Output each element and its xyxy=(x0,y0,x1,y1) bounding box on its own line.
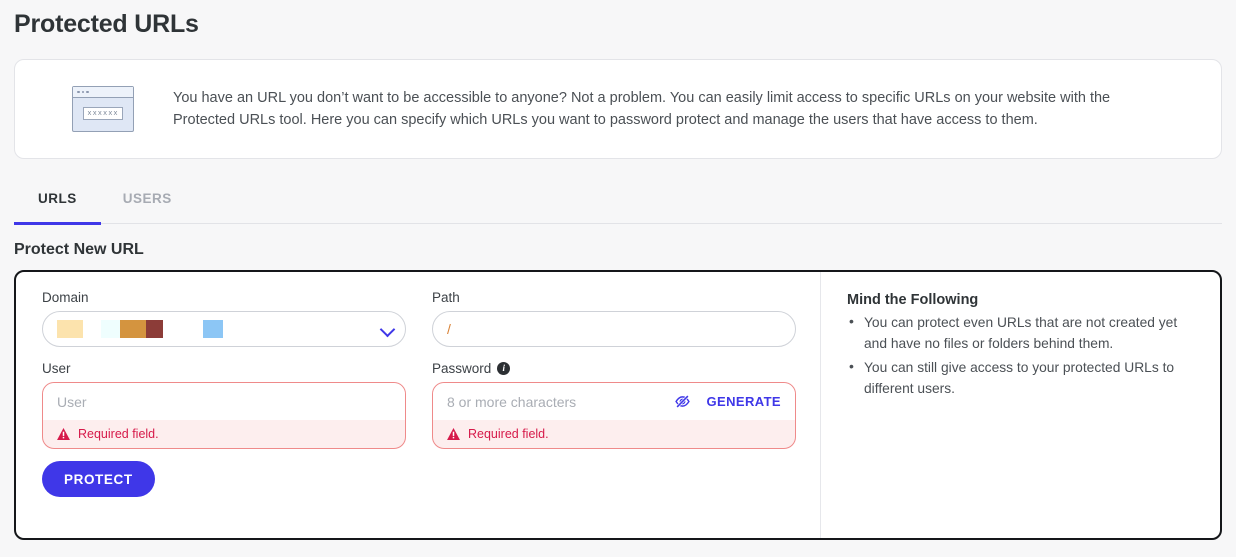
info-banner-card: xxxxxx You have an URL you don’t want to… xyxy=(14,59,1222,159)
field-domain: Domain xyxy=(42,290,406,347)
password-label-text: Password xyxy=(432,361,492,376)
user-field-group: User Required field. xyxy=(42,382,406,449)
eye-slash-icon[interactable] xyxy=(674,393,691,410)
form-row-user-password: User User Required field. Password i 8 o… xyxy=(42,361,796,449)
domain-label: Domain xyxy=(42,290,89,305)
path-label: Path xyxy=(432,290,460,305)
domain-redacted-value xyxy=(57,320,381,338)
mind-the-following-list: You can protect even URLs that are not c… xyxy=(847,311,1196,399)
tab-bar: URLS USERS xyxy=(14,183,1222,225)
chevron-down-icon[interactable] xyxy=(381,322,395,336)
tab-users[interactable]: USERS xyxy=(101,183,194,224)
warning-triangle-icon xyxy=(57,428,70,440)
form-row-domain-path: Domain Path / xyxy=(42,290,796,347)
info-icon[interactable]: i xyxy=(497,362,511,375)
protected-urls-page: Protected URLs xxxxxx You have an URL yo… xyxy=(0,0,1236,557)
password-input[interactable]: 8 or more characters GENERATE xyxy=(433,383,795,420)
mind-the-following-title: Mind the Following xyxy=(847,292,979,308)
user-label: User xyxy=(42,361,71,376)
protect-new-url-form: Domain Path / User User Required field. … xyxy=(16,272,820,538)
user-error-text: Required field. xyxy=(78,427,159,441)
user-error-message: Required field. xyxy=(43,420,405,448)
password-error-text: Required field. xyxy=(468,427,549,441)
browser-password-window-icon: xxxxxx xyxy=(72,86,134,132)
password-actions: GENERATE xyxy=(674,393,781,410)
domain-select[interactable] xyxy=(42,311,406,347)
user-input[interactable]: User xyxy=(43,383,405,420)
browser-icon-password-field: xxxxxx xyxy=(83,107,123,120)
password-error-message: Required field. xyxy=(433,420,795,448)
page-title: Protected URLs xyxy=(14,10,199,38)
field-path: Path / xyxy=(432,290,796,347)
protect-button[interactable]: PROTECT xyxy=(42,461,155,497)
path-input[interactable]: / xyxy=(432,311,796,347)
generate-password-button[interactable]: GENERATE xyxy=(707,394,781,409)
mind-the-following-panel: Mind the Following You can protect even … xyxy=(820,272,1220,538)
protect-new-url-card: Domain Path / User User Required field. … xyxy=(14,270,1222,540)
user-input-placeholder: User xyxy=(57,393,87,410)
field-user: User User Required field. xyxy=(42,361,406,449)
password-input-placeholder: 8 or more characters xyxy=(447,393,577,410)
info-banner-icon-wrap: xxxxxx xyxy=(33,86,173,132)
password-label: Password i xyxy=(432,361,796,376)
password-field-group: 8 or more characters GENERATE Required f… xyxy=(432,382,796,449)
field-password: Password i 8 or more characters GENERATE… xyxy=(432,361,796,449)
path-input-value: / xyxy=(447,321,451,337)
list-item: You can protect even URLs that are not c… xyxy=(847,311,1196,354)
section-heading-protect-new-url: Protect New URL xyxy=(14,241,144,258)
tab-urls[interactable]: URLS xyxy=(14,183,101,225)
warning-triangle-icon xyxy=(447,428,460,440)
browser-icon-dots xyxy=(77,90,89,94)
info-banner-description: You have an URL you don’t want to be acc… xyxy=(173,90,1111,128)
list-item: You can still give access to your protec… xyxy=(847,356,1196,399)
